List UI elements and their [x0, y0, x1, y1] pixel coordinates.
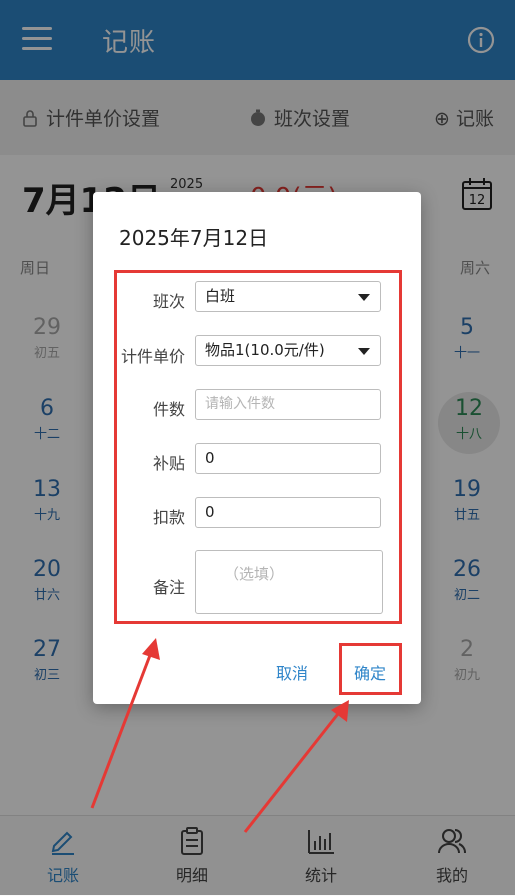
confirm-highlight-box — [339, 643, 402, 695]
dialog-title: 2025年7月12日 — [119, 226, 269, 250]
cancel-button[interactable]: 取消 — [276, 660, 308, 684]
form-highlight-box — [114, 270, 402, 624]
